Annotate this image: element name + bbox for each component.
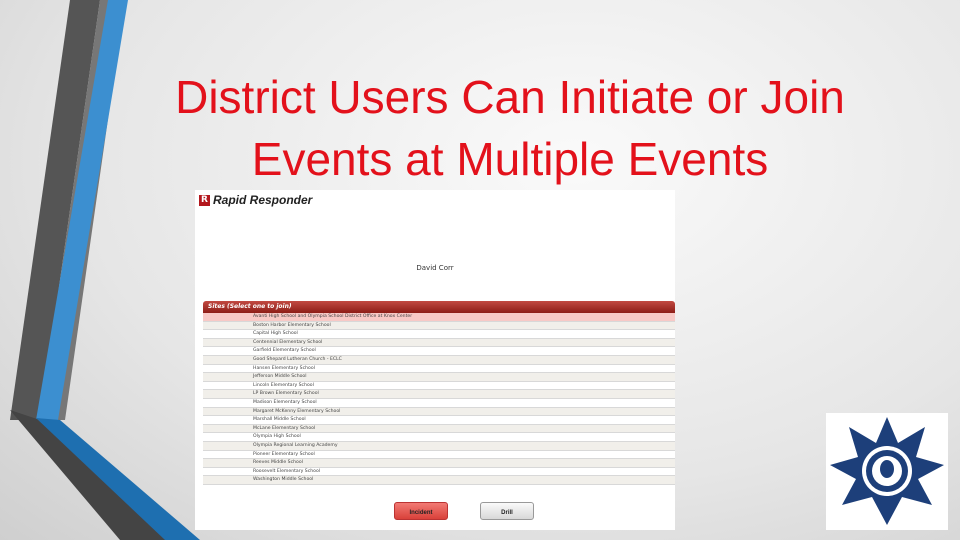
slide-title: District Users Can Initiate or Join Even… xyxy=(100,66,920,190)
site-row[interactable]: Good Shepard Lutheran Church - ECLC xyxy=(203,355,675,365)
site-row[interactable]: Madison Elementary School xyxy=(203,399,675,408)
site-row[interactable]: Olympia Regional Learning Academy xyxy=(203,441,675,451)
site-row[interactable]: Washington Middle School xyxy=(203,476,675,485)
sites-header: Sites (Select one to join) xyxy=(203,301,675,313)
incident-button[interactable]: Incident xyxy=(394,502,448,520)
site-row[interactable]: Capital High School xyxy=(203,330,675,339)
site-row[interactable]: LP Brown Elementary School xyxy=(203,390,675,399)
site-row[interactable]: Olympia High School xyxy=(203,433,675,442)
site-row[interactable]: Reeves Middle School xyxy=(203,459,675,468)
slide-title-line2: Events at Multiple Events xyxy=(251,133,769,185)
site-row[interactable]: Avanti High School and Olympia School Di… xyxy=(203,313,675,322)
brand-name: Rapid Responder xyxy=(213,193,313,207)
app-screenshot: R Rapid Responder David Corr Sites (Sele… xyxy=(195,190,675,530)
site-row[interactable]: Centennial Elementary School xyxy=(203,338,675,348)
sites-list: Sites (Select one to join) Avanti High S… xyxy=(203,301,675,485)
site-row[interactable]: Hansen Elementary School xyxy=(203,365,675,374)
site-row[interactable]: Margaret McKenny Elementary School xyxy=(203,407,675,417)
user-name: David Corr xyxy=(416,264,454,272)
sheriffs-police-chiefs-badge-logo xyxy=(826,413,948,530)
slide-title-line1: District Users Can Initiate or Join xyxy=(175,71,845,123)
site-row[interactable]: McLane Elementary School xyxy=(203,424,675,434)
rapid-responder-logo: R Rapid Responder xyxy=(199,193,312,207)
site-row[interactable]: Lincoln Elementary School xyxy=(203,382,675,391)
site-row[interactable]: Pioneer Elementary School xyxy=(203,451,675,460)
drill-button[interactable]: Drill xyxy=(480,502,534,520)
site-row[interactable]: Roosevelt Elementary School xyxy=(203,468,675,477)
site-row[interactable]: Jefferson Middle School xyxy=(203,373,675,382)
brand-mark-icon: R xyxy=(199,194,210,206)
site-row[interactable]: Marshall Middle School xyxy=(203,416,675,425)
site-row[interactable]: Garfield Elementary School xyxy=(203,347,675,356)
site-row[interactable]: Boston Harbor Elementary School xyxy=(203,321,675,331)
